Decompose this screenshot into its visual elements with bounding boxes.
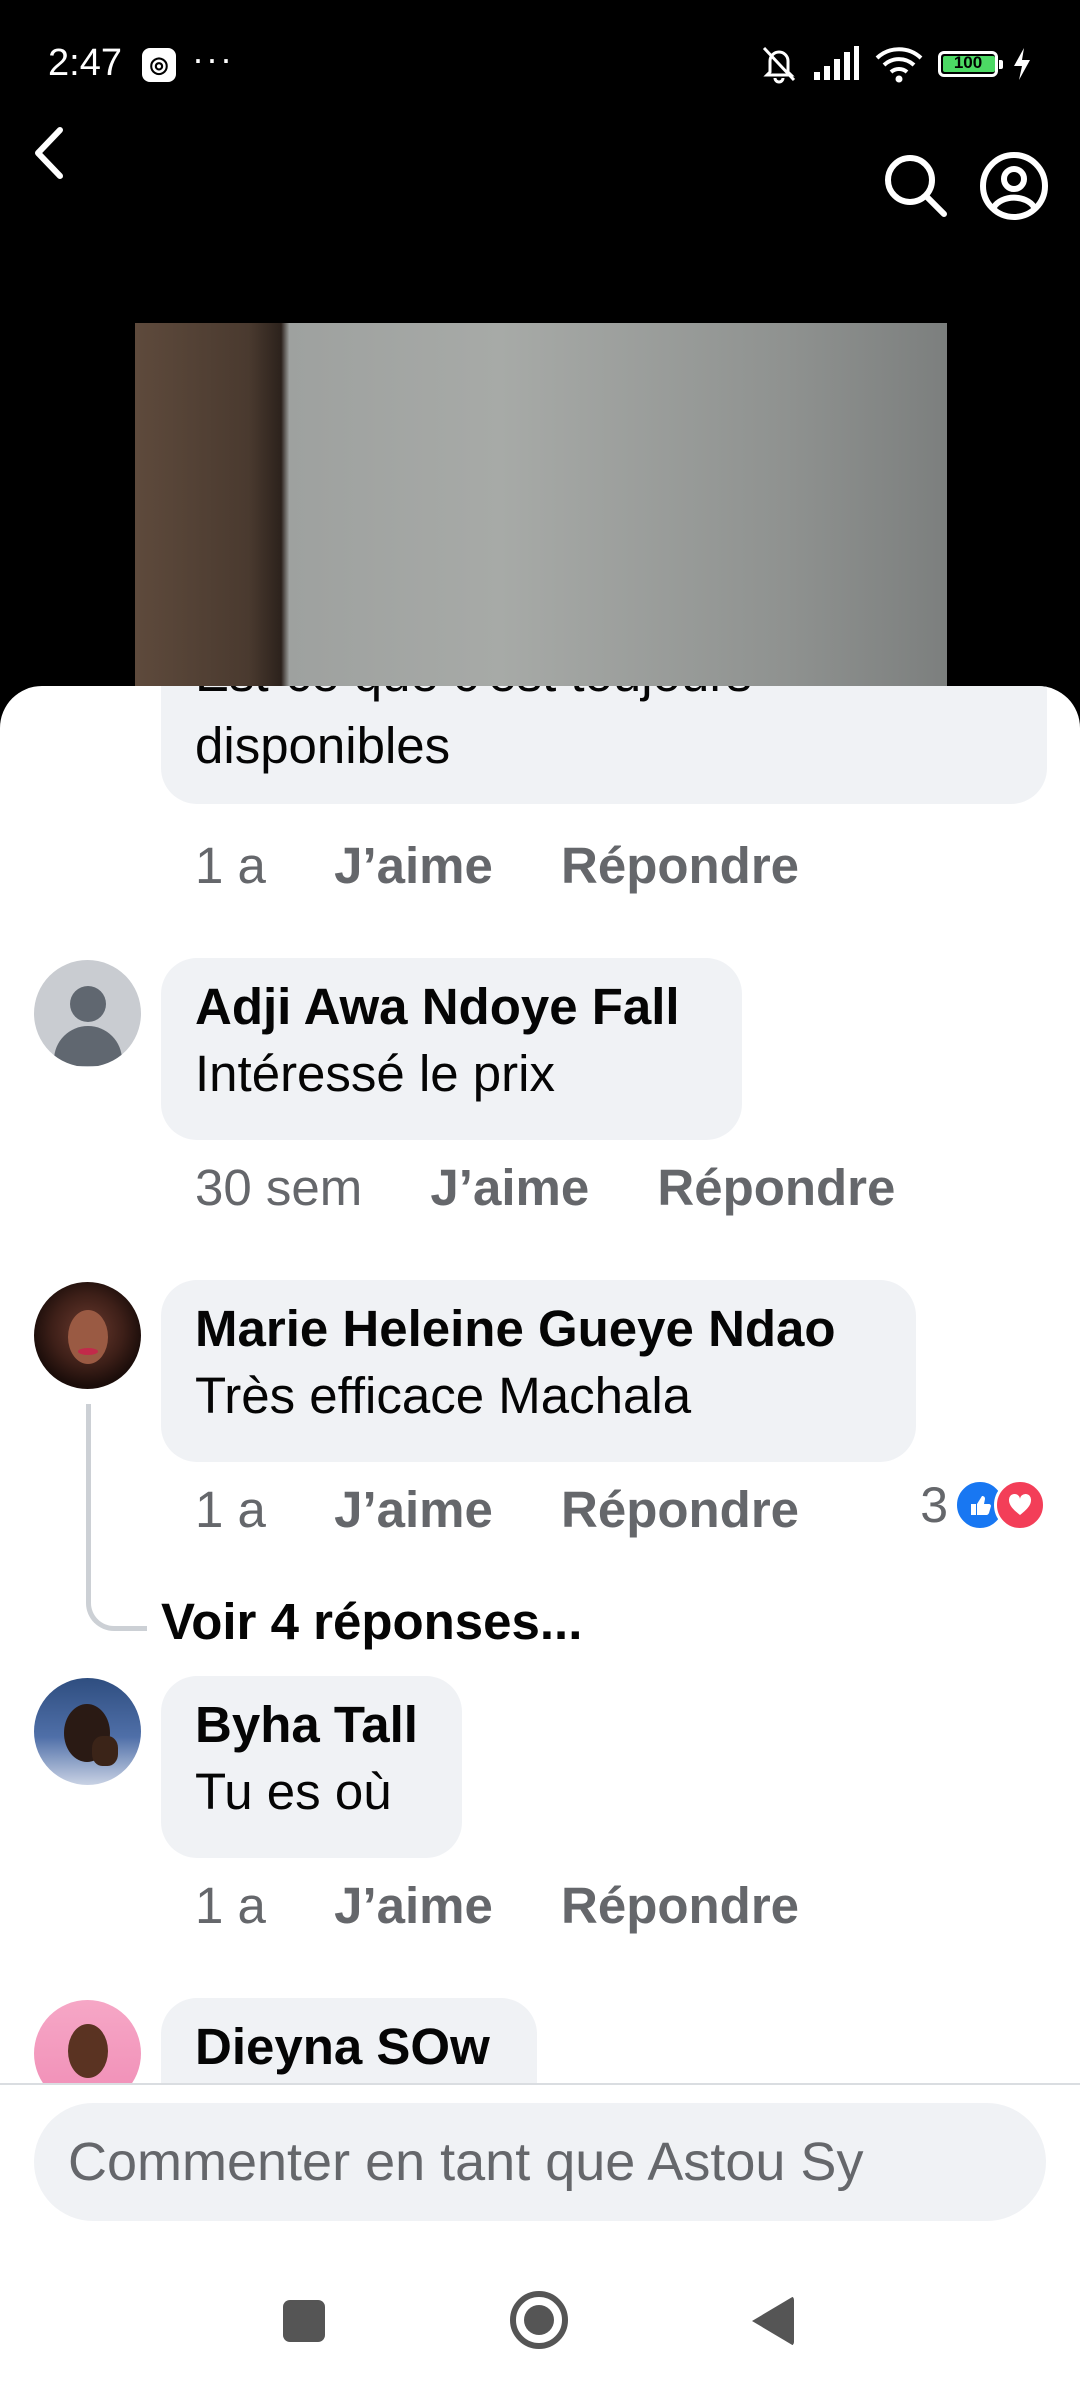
avatar[interactable]: [34, 960, 141, 1067]
like-button[interactable]: J’aime: [334, 837, 493, 894]
battery-icon: 100: [938, 51, 1003, 77]
status-icons: 100: [760, 44, 1032, 84]
comment-author[interactable]: Byha Tall: [195, 1694, 428, 1756]
comment-meta: 1 a J’aime Répondre: [195, 1876, 853, 1935]
comment-bubble[interactable]: Adji Awa Ndoye Fall Intéressé le prix: [161, 958, 742, 1140]
comment-bubble[interactable]: Est-ce que c'est toujours disponibles: [161, 686, 1047, 804]
comment-time: 1 a: [195, 1481, 266, 1538]
app-notification-icon: ◎: [142, 48, 176, 82]
reaction-summary[interactable]: 3: [920, 1476, 1046, 1534]
post-media-preview[interactable]: [135, 323, 947, 703]
composer-divider: [0, 2083, 1080, 2085]
comment-time: 1 a: [195, 837, 266, 894]
recent-apps-icon[interactable]: [283, 2300, 325, 2342]
comment-bubble[interactable]: Byha Tall Tu es où: [161, 1676, 462, 1858]
like-button[interactable]: J’aime: [334, 1481, 493, 1538]
comment-meta: 1 a J’aime Répondre: [195, 836, 853, 895]
reply-button[interactable]: Répondre: [561, 1877, 799, 1934]
status-bar: 2:47 ◎ ··· 100: [0, 0, 1080, 130]
charging-icon: [1014, 48, 1030, 80]
bell-muted-icon: [762, 46, 796, 84]
battery-level: 100: [953, 53, 983, 72]
like-button[interactable]: J’aime: [430, 1159, 589, 1216]
comment-time: 1 a: [195, 1877, 266, 1934]
comment-text: Très efficace Machala: [195, 1367, 692, 1424]
comment-text: Tu es où: [195, 1763, 392, 1820]
comment-meta: 1 a J’aime Répondre: [195, 1480, 853, 1539]
back-icon[interactable]: [26, 118, 76, 188]
reply-button[interactable]: Répondre: [657, 1159, 895, 1216]
home-icon[interactable]: [510, 2291, 568, 2349]
view-replies-link[interactable]: Voir 4 réponses...: [161, 1592, 582, 1651]
comment-text: Intéressé le prix: [195, 1045, 555, 1102]
signal-icon: [814, 46, 859, 80]
more-notifications-icon: ···: [192, 38, 234, 79]
profile-icon[interactable]: [978, 150, 1050, 222]
reaction-count: 3: [920, 1477, 948, 1533]
avatar[interactable]: [34, 1282, 141, 1389]
comment-text: disponibles: [195, 717, 451, 774]
comment-bubble[interactable]: Marie Heleine Gueye Ndao Très efficace M…: [161, 1280, 916, 1462]
comment-time: 30 sem: [195, 1159, 363, 1216]
system-nav-bar: [0, 2260, 1080, 2400]
reply-button[interactable]: Répondre: [561, 1481, 799, 1538]
comment-author[interactable]: Marie Heleine Gueye Ndao: [195, 1298, 882, 1360]
like-button[interactable]: J’aime: [334, 1877, 493, 1934]
comment-author[interactable]: Dieyna SOw: [195, 2016, 503, 2078]
back-nav-icon[interactable]: [752, 2296, 794, 2346]
thread-connector: [86, 1404, 147, 1631]
wifi-icon: [875, 47, 923, 83]
status-time: 2:47: [48, 42, 122, 84]
comment-text-partial: Est-ce que c'est toujours: [195, 686, 1013, 710]
avatar[interactable]: [34, 1678, 141, 1785]
comment-author[interactable]: Adji Awa Ndoye Fall: [195, 976, 708, 1038]
search-icon[interactable]: [880, 150, 950, 220]
comment-input[interactable]: Commenter en tant que Astou Sy: [34, 2103, 1046, 2221]
comment-meta: 30 sem J’aime Répondre: [195, 1158, 949, 1217]
love-reaction-icon: [994, 1479, 1046, 1531]
reply-button[interactable]: Répondre: [561, 837, 799, 894]
